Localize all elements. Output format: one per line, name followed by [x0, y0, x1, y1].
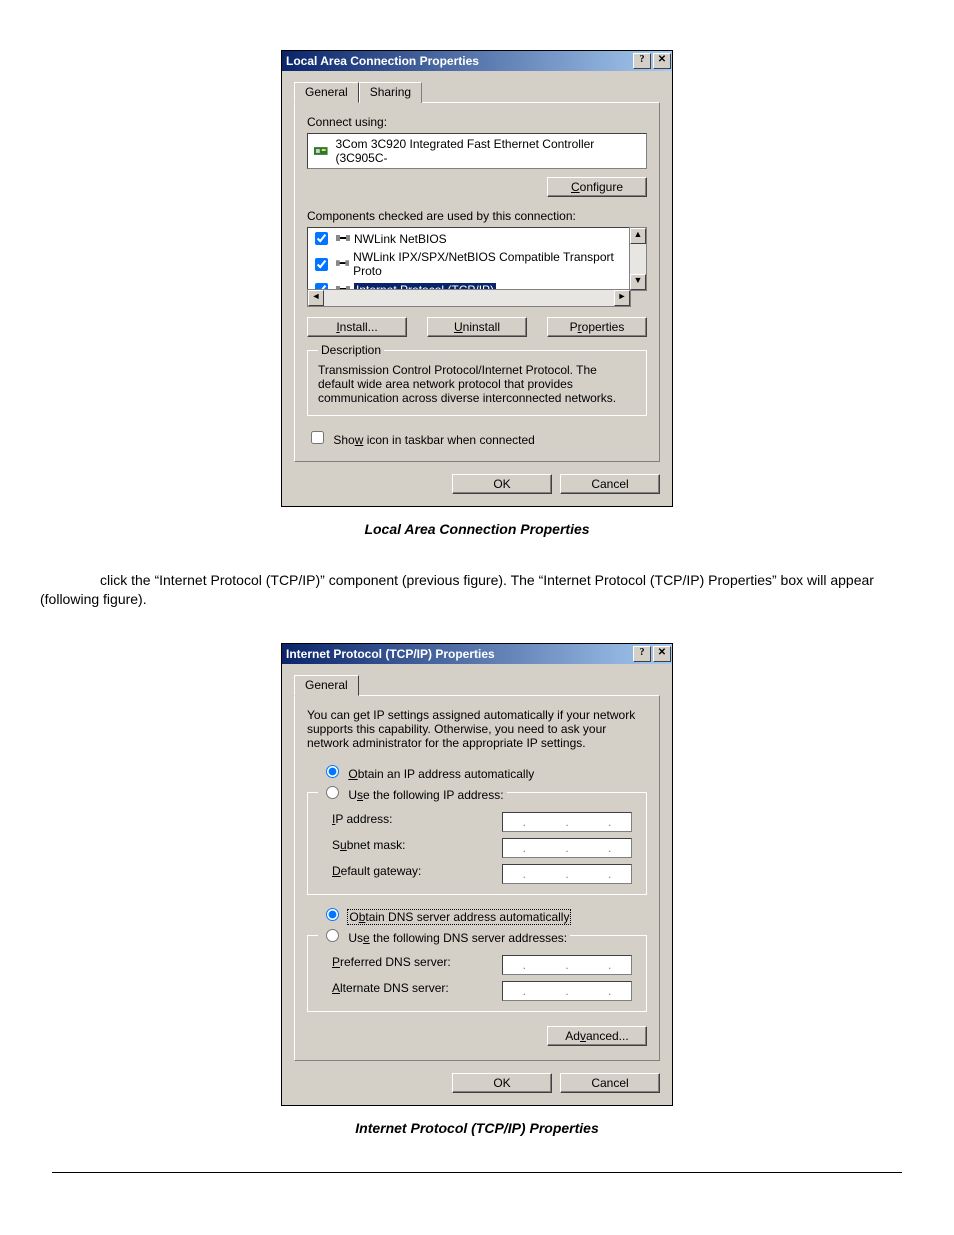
radio-dns-auto[interactable]: [326, 908, 339, 921]
nic-icon: [314, 145, 330, 157]
ip-address-input[interactable]: ...: [502, 812, 632, 832]
dns-manual-group: Use the following DNS server addresses: …: [307, 926, 647, 1012]
components-label: Components checked are used by this conn…: [307, 209, 647, 223]
description-text: Transmission Control Protocol/Internet P…: [318, 363, 636, 405]
ok-button[interactable]: OK: [452, 1073, 552, 1093]
alternate-dns-input[interactable]: ...: [502, 981, 632, 1001]
scroll-up-icon[interactable]: ▲: [630, 228, 646, 244]
dialog-lan-properties: Local Area Connection Properties ? ✕ Gen…: [281, 50, 673, 507]
show-icon-checkbox[interactable]: [311, 431, 324, 444]
connect-using-label: Connect using:: [307, 115, 647, 129]
description-group: Description Transmission Control Protoco…: [307, 343, 647, 416]
components-listbox[interactable]: NWLink NetBIOS NWLink IPX/SPX/NetBIOS Co…: [307, 227, 647, 307]
adapter-field[interactable]: 3Com 3C920 Integrated Fast Ethernet Cont…: [307, 133, 647, 169]
advanced-button[interactable]: Advanced...: [547, 1026, 647, 1046]
component-label: NWLink IPX/SPX/NetBIOS Compatible Transp…: [353, 250, 627, 278]
properties-button[interactable]: Properties: [547, 317, 647, 337]
radio-ip-auto-label: Obtain an IP address automatically: [348, 767, 534, 781]
component-item[interactable]: NWLink NetBIOS: [308, 228, 630, 249]
radio-dns-auto-label: Obtain DNS server address automatically: [348, 910, 570, 924]
dialog-tcpip-properties: Internet Protocol (TCP/IP) Properties ? …: [281, 643, 673, 1106]
help-button[interactable]: ?: [633, 53, 651, 69]
close-button[interactable]: ✕: [653, 53, 671, 69]
tab-sharing[interactable]: Sharing: [359, 82, 422, 103]
component-checkbox[interactable]: [315, 232, 328, 245]
description-legend: Description: [318, 343, 384, 357]
intro-text: You can get IP settings assigned automat…: [307, 708, 647, 750]
component-checkbox[interactable]: [315, 258, 328, 271]
body-paragraph: click the “Internet Protocol (TCP/IP)” c…: [40, 571, 914, 609]
default-gateway-input[interactable]: ...: [502, 864, 632, 884]
close-button[interactable]: ✕: [653, 646, 671, 662]
radio-ip-auto[interactable]: [326, 765, 339, 778]
radio-ip-manual[interactable]: [326, 786, 339, 799]
alternate-dns-label: Alternate DNS server:: [332, 981, 482, 1001]
subnet-mask-input[interactable]: ...: [502, 838, 632, 858]
ip-manual-group: Use the following IP address: IP address…: [307, 783, 647, 895]
configure-button[interactable]: Configure: [547, 177, 647, 197]
cancel-button[interactable]: Cancel: [560, 474, 660, 494]
protocol-icon: [336, 258, 349, 270]
ip-address-label: IP address:: [332, 812, 482, 832]
window-title: Internet Protocol (TCP/IP) Properties: [286, 647, 632, 661]
scrollbar-horizontal[interactable]: ◄ ►: [307, 289, 631, 307]
install-button[interactable]: Install...: [307, 317, 407, 337]
preferred-dns-input[interactable]: ...: [502, 955, 632, 975]
uninstall-button[interactable]: Uninstall: [427, 317, 527, 337]
tab-general[interactable]: General: [294, 82, 359, 103]
gateway-label: Default gateway:: [332, 864, 482, 884]
ok-button[interactable]: OK: [452, 474, 552, 494]
component-label: NWLink NetBIOS: [354, 232, 447, 246]
protocol-icon: [336, 233, 350, 245]
tab-general[interactable]: General: [294, 675, 359, 696]
preferred-dns-label: Preferred DNS server:: [332, 955, 482, 975]
window-title: Local Area Connection Properties: [286, 54, 632, 68]
help-button[interactable]: ?: [633, 646, 651, 662]
radio-dns-manual-label: Use the following DNS server addresses:: [348, 931, 567, 945]
page-divider: [52, 1172, 902, 1173]
component-item[interactable]: NWLink IPX/SPX/NetBIOS Compatible Transp…: [308, 249, 630, 279]
tabstrip: General Sharing: [294, 81, 660, 102]
titlebar[interactable]: Local Area Connection Properties ? ✕: [282, 51, 672, 71]
adapter-name: 3Com 3C920 Integrated Fast Ethernet Cont…: [336, 137, 641, 165]
scroll-left-icon[interactable]: ◄: [308, 290, 324, 306]
radio-ip-manual-label: Use the following IP address:: [348, 788, 503, 802]
scrollbar-vertical[interactable]: ▲ ▼: [629, 227, 647, 291]
show-icon-label: Show icon in taskbar when connected: [333, 433, 534, 447]
radio-dns-manual[interactable]: [326, 929, 339, 942]
figure-caption-2: Internet Protocol (TCP/IP) Properties: [40, 1120, 914, 1136]
figure-caption-1: Local Area Connection Properties: [40, 521, 914, 537]
tab-panel-general: Connect using: 3Com 3C920 Integrated Fas…: [294, 102, 660, 462]
scroll-right-icon[interactable]: ►: [614, 290, 630, 306]
subnet-label: Subnet mask:: [332, 838, 482, 858]
cancel-button[interactable]: Cancel: [560, 1073, 660, 1093]
titlebar[interactable]: Internet Protocol (TCP/IP) Properties ? …: [282, 644, 672, 664]
scroll-down-icon[interactable]: ▼: [630, 274, 646, 290]
